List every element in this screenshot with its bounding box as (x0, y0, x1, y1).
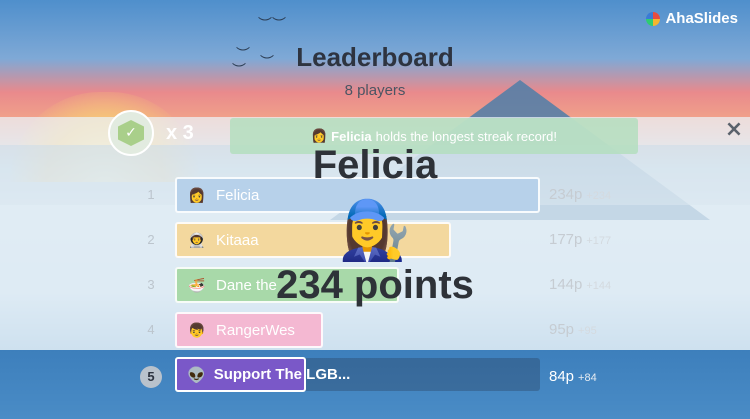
player-name: RangerWes (216, 321, 295, 339)
rank-badge: 5 (140, 366, 162, 388)
player-avatar: 👦 (188, 322, 206, 338)
player-score: 84p +84 (549, 368, 597, 385)
close-icon[interactable]: × (722, 117, 746, 143)
player-name: Support The LGB... (213, 366, 351, 383)
player-count: 8 players (344, 82, 406, 99)
streak-avatar: 👩 (310, 128, 328, 143)
page-title: Leaderboard (296, 42, 454, 72)
score-delta: +95 (578, 325, 597, 337)
winner-points: 234 points (276, 263, 474, 307)
leaderboard-row-current: 👽 Support The LGB... (175, 357, 350, 392)
ahaslides-logo-icon (646, 11, 661, 26)
ahaslides-logo: AhaSlides (646, 10, 738, 27)
player-score: 95p +95 (549, 321, 597, 338)
score-value: 84p (549, 368, 575, 385)
streak-multiplier: x 3 (166, 122, 194, 144)
leaderboard-row: 👦 RangerWes (175, 312, 323, 348)
brand-name: AhaSlides (665, 10, 738, 27)
bird-icon: ︶︶ (258, 17, 286, 33)
score-delta: +84 (578, 372, 597, 384)
winner-name: Felicia (312, 143, 438, 187)
player-avatar: 👽 (187, 366, 206, 384)
winner-avatar: 👩‍🔧 (338, 196, 412, 264)
streak-player-name: Felicia (331, 128, 372, 144)
rank-badge: 4 (147, 322, 155, 337)
streak-message: holds the longest streak record! (375, 128, 558, 144)
score-value: 95p (549, 321, 575, 338)
